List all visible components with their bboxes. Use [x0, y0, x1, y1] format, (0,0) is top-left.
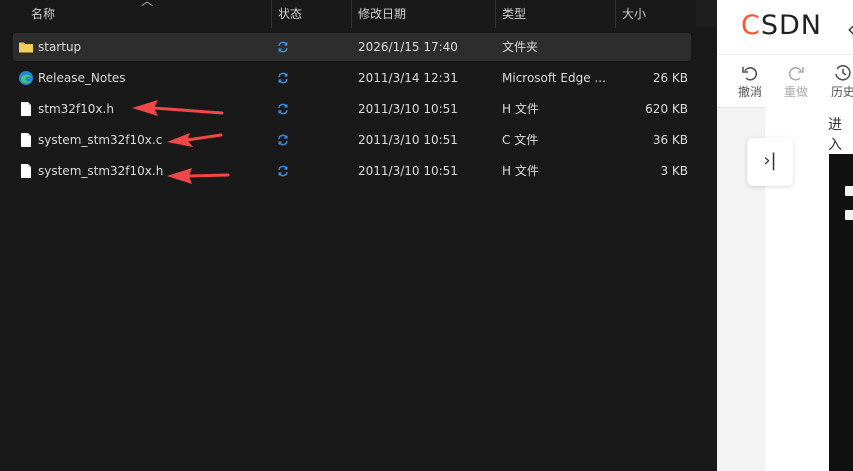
file-date: 2011/3/10 10:51 [358, 164, 458, 178]
file-type: 文件夹 [502, 40, 539, 54]
sync-status-icon [278, 103, 288, 115]
file-type: C 文件 [502, 133, 539, 147]
column-status[interactable]: 状态 [278, 0, 302, 28]
folder-icon [19, 42, 33, 53]
file-row-release-notes[interactable]: Release_Notes 2011/3/14 12:31 Microsoft … [13, 64, 691, 92]
dark-preview-panel [829, 154, 853, 471]
file-type: H 文件 [502, 102, 539, 116]
csdn-logo-c: C [741, 10, 761, 41]
column-name[interactable]: 名称 [31, 0, 55, 28]
sync-status-icon [278, 165, 288, 177]
undo-label: 撤消 [737, 85, 762, 99]
file-date: 2026/1/15 17:40 [358, 40, 458, 54]
column-separator[interactable] [271, 0, 272, 28]
column-separator[interactable] [351, 0, 352, 28]
annotation-arrow [167, 133, 223, 147]
history-icon [835, 65, 851, 81]
expand-sidebar-icon: ›| [763, 150, 777, 171]
file-icon [21, 133, 31, 147]
csdn-header: CSDN ‹ [717, 0, 853, 54]
column-date[interactable]: 修改日期 [358, 0, 406, 28]
file-name: Release_Notes [38, 71, 126, 85]
checkbox[interactable] [845, 210, 853, 220]
file-row-system-stm32f10x-c[interactable]: system_stm32f10x.c 2011/3/10 10:51 C 文件 … [13, 126, 691, 154]
file-name: system_stm32f10x.c [38, 133, 163, 147]
csdn-logo[interactable]: CSDN [741, 10, 822, 41]
file-name: system_stm32f10x.h [38, 164, 164, 178]
checkbox[interactable] [845, 186, 853, 196]
file-row-system-stm32f10x-h[interactable]: system_stm32f10x.h 2011/3/10 10:51 H 文件 … [13, 157, 691, 185]
file-type: Microsoft Edge ... [502, 71, 606, 85]
column-separator[interactable] [615, 0, 616, 28]
file-row-stm32f10x-h[interactable]: stm32f10x.h 2011/3/10 10:51 H 文件 620 KB [13, 95, 691, 123]
sync-status-icon [278, 72, 288, 84]
file-size: 26 KB [652, 71, 688, 85]
file-date: 2011/3/10 10:51 [358, 102, 458, 116]
expand-sidebar-button[interactable]: ›| [747, 138, 793, 186]
file-date: 2011/3/10 10:51 [358, 133, 458, 147]
csdn-panel: CSDN ‹ 撤消 重做 历史 进入 ›| [717, 0, 853, 471]
file-icon [21, 102, 31, 116]
redo-label: 重做 [783, 85, 808, 99]
undo-button[interactable]: 撤消 [730, 63, 770, 100]
redo-icon [788, 67, 804, 81]
column-size[interactable]: 大小 [622, 0, 646, 28]
history-button[interactable]: 历史 [823, 63, 853, 100]
column-header: ︿ 名称 状态 修改日期 类型 大小 [0, 0, 717, 28]
window-divider [696, 0, 717, 471]
file-name: startup [38, 40, 82, 54]
file-type: H 文件 [502, 164, 539, 178]
sync-status-icon [278, 41, 288, 53]
file-explorer: ︿ 名称 状态 修改日期 类型 大小 startup 2026/1/15 17:… [0, 0, 717, 471]
file-date: 2011/3/14 12:31 [358, 71, 458, 85]
file-size: 620 KB [645, 102, 688, 116]
csdn-logo-sdn: SDN [760, 10, 822, 41]
editor-toolbar: 撤消 重做 历史 [717, 54, 853, 108]
annotation-arrow [132, 100, 224, 116]
file-size: 36 KB [652, 133, 688, 147]
edge-icon [19, 71, 33, 85]
redo-button[interactable]: 重做 [776, 63, 816, 100]
chevron-left-icon[interactable]: ‹ [847, 17, 853, 41]
sort-ascending-icon: ︿ [141, 0, 154, 8]
undo-icon [742, 67, 758, 81]
file-size: 3 KB [660, 164, 688, 178]
file-row-startup[interactable]: startup 2026/1/15 17:40 文件夹 [13, 33, 691, 61]
sync-status-icon [278, 134, 288, 146]
file-size [616, 33, 688, 61]
csdn-enter-text: 进入 [828, 117, 842, 153]
annotation-arrow [167, 168, 230, 184]
column-type[interactable]: 类型 [502, 0, 526, 28]
file-icon [21, 164, 31, 178]
history-label: 历史 [830, 85, 853, 99]
column-separator[interactable] [495, 0, 496, 28]
